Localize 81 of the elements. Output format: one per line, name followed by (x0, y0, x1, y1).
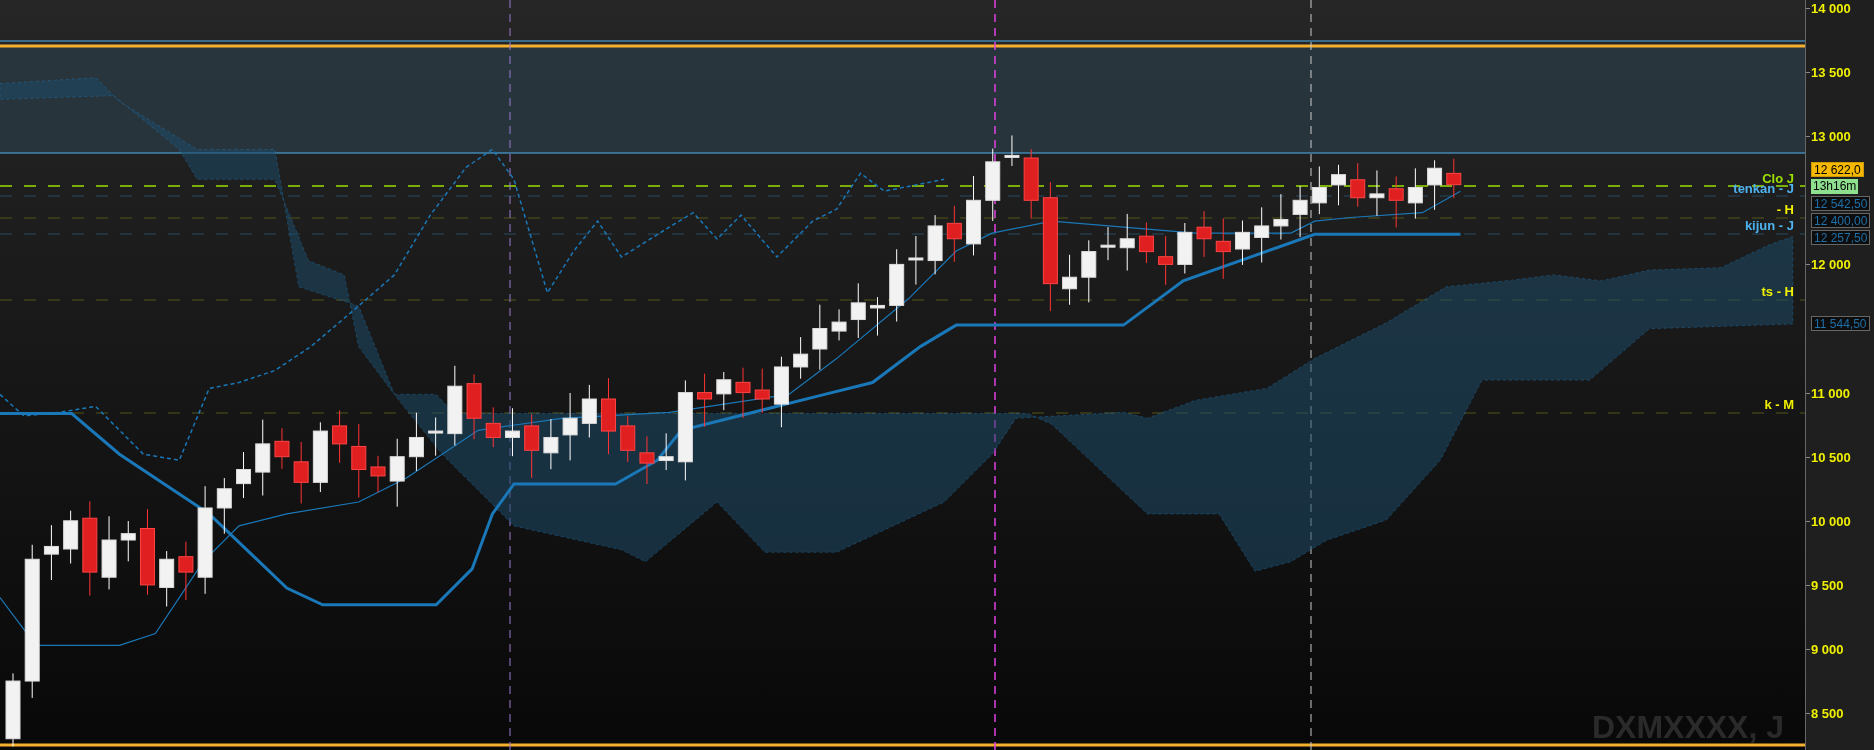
candlestick (869, 296, 885, 337)
candlestick (1138, 222, 1154, 264)
line-label: kijun - J (1744, 217, 1794, 233)
candlestick (1350, 162, 1366, 208)
candlestick (697, 373, 713, 428)
candlestick (1273, 193, 1289, 241)
candlestick (831, 308, 847, 341)
candlestick (389, 438, 405, 508)
price-tag: 11 544,50 (1811, 316, 1870, 331)
candlestick (293, 441, 309, 504)
candlestick (332, 409, 348, 464)
candlestick (1311, 165, 1327, 215)
candlestick (658, 432, 674, 471)
candlestick (754, 368, 770, 414)
candlestick (735, 367, 751, 419)
candlestick (428, 416, 444, 457)
candlestick (466, 373, 482, 440)
candlestick (1446, 158, 1462, 199)
price-axis-label: 9 500 (1811, 577, 1844, 593)
price-tag: 12 542,50 (1811, 196, 1871, 211)
candlestick (178, 541, 194, 601)
candlestick (485, 406, 501, 448)
candlestick (1062, 254, 1078, 306)
candlestick (1427, 159, 1443, 211)
candlestick (562, 392, 578, 461)
candlestick (716, 371, 732, 411)
candlestick (1292, 185, 1308, 238)
candlestick (1369, 169, 1385, 217)
candlestick (1004, 134, 1020, 167)
price-tag: 12 400,00 (1811, 213, 1871, 228)
candlestick (1254, 206, 1270, 263)
candlestick (216, 477, 232, 535)
candlestick (543, 418, 559, 470)
candlestick (1177, 222, 1193, 274)
price-tag: 13h16m (1811, 179, 1859, 194)
candlestick (63, 510, 79, 564)
candlestick (236, 451, 252, 499)
candlestick (1196, 210, 1212, 258)
price-axis-label: 13 000 (1811, 128, 1851, 144)
candlestick (1023, 148, 1039, 220)
candlestick (1234, 220, 1250, 266)
candlestick (581, 384, 597, 438)
candlestick (1215, 217, 1231, 280)
candlestick (1119, 213, 1135, 272)
candlestick (504, 407, 520, 457)
price-axis-label: 12 000 (1811, 256, 1851, 272)
price-axis-label: 13 500 (1811, 64, 1851, 80)
candlestick (159, 550, 175, 607)
price-axis-label: 10 000 (1811, 513, 1851, 529)
candlestick (793, 336, 809, 380)
candlestick (370, 455, 386, 493)
price-axis-label: 14 000 (1811, 0, 1851, 16)
candlestick (1081, 239, 1097, 303)
line-label: k - M (1764, 396, 1794, 412)
candlestick (927, 214, 943, 275)
line-label: ts - H (1761, 283, 1794, 299)
candlestick (312, 421, 328, 493)
candlestick (1100, 226, 1116, 261)
price-axis-label: 9 000 (1811, 641, 1844, 657)
candlestick (1331, 164, 1347, 206)
candlestick (850, 282, 866, 339)
candlestick (1158, 235, 1174, 286)
candlestick (1407, 167, 1423, 220)
line-label: - H (1776, 201, 1794, 217)
candlestick (946, 205, 962, 263)
candlestick (120, 520, 136, 562)
candlestick (639, 435, 655, 485)
candlestick (908, 235, 924, 286)
price-tag: 12 257,50 (1811, 230, 1871, 245)
candlestick (1388, 175, 1404, 228)
candlestick (408, 412, 424, 472)
candlestick (274, 427, 290, 470)
candlestick (43, 524, 59, 581)
price-axis-label: 8 500 (1811, 705, 1844, 721)
price-tag: 12 622,0 (1811, 162, 1864, 177)
candlestick (812, 304, 828, 371)
price-axis-label: 11 000 (1811, 385, 1851, 401)
candlestick (773, 356, 789, 428)
candlestick (524, 413, 540, 479)
candlestick (620, 415, 636, 463)
price-axis-label: 10 500 (1811, 449, 1851, 465)
